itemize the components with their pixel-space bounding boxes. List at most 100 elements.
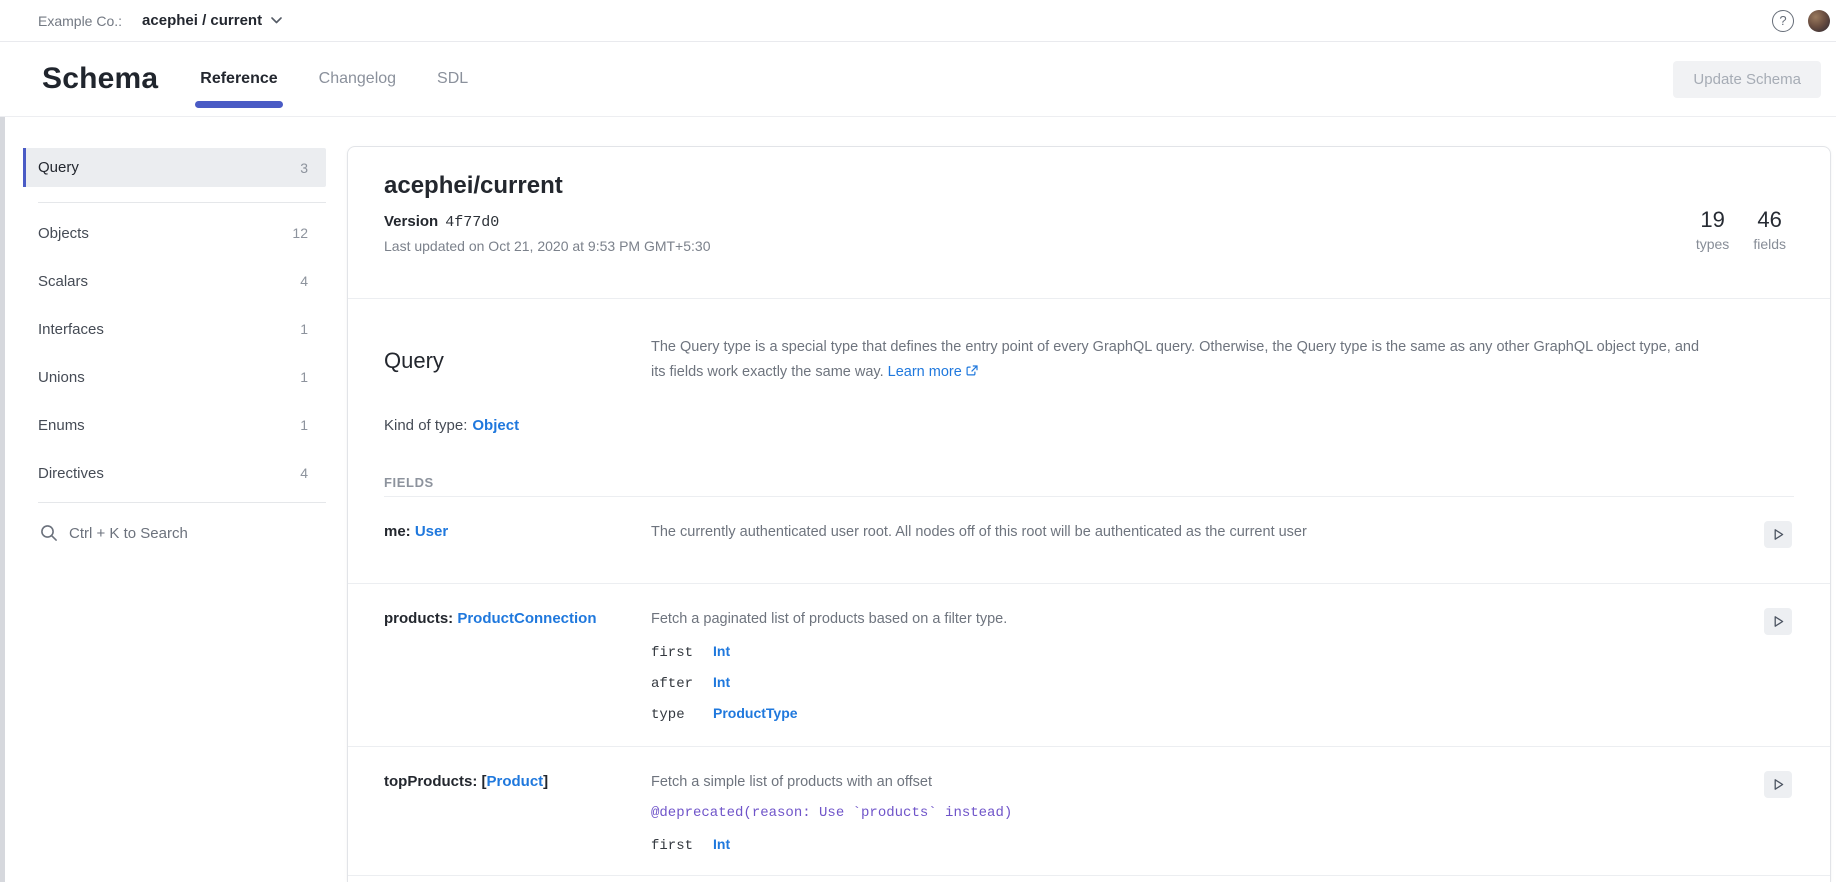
update-schema-button[interactable]: Update Schema [1673,61,1821,98]
argument-row: first Int [651,836,1740,854]
help-icon[interactable]: ? [1772,10,1794,32]
field-name-text: topProducts: [ [384,773,487,790]
field-description: The currently authenticated user root. A… [651,523,1740,541]
kind-value-link[interactable]: Object [472,417,519,434]
kind-label: Kind of type: [384,417,467,434]
argument-type-link[interactable]: Int [713,836,730,852]
sidebar-item-label: Objects [38,225,89,242]
schema-stats: 19 types 46 fields [1696,207,1786,252]
field-type-link[interactable]: User [415,523,448,540]
stat-types: 19 types [1696,207,1729,252]
type-name-heading: Query [384,335,651,386]
query-type-section: Query The Query type is a special type t… [348,299,1830,490]
page-header: Schema Reference Changelog SDL Update Sc… [0,42,1836,117]
run-in-explorer-button[interactable] [1764,771,1792,798]
argument-name: type [651,707,713,723]
run-in-explorer-button[interactable] [1764,521,1792,548]
schema-reference-page: Example Co.: acephei / current ? Schema … [0,0,1836,882]
field-name-suffix: ] [543,773,548,790]
tab-sdl-label: SDL [437,70,468,88]
field-name-text: me: [384,523,415,540]
argument-type-link[interactable]: Int [713,674,730,690]
sidebar-item-label: Unions [38,369,85,386]
top-bar: Example Co.: acephei / current ? [0,0,1836,42]
chevron-down-icon [271,17,282,24]
field-name: products: ProductConnection [384,610,651,746]
stat-types-label: types [1696,236,1729,252]
learn-more-link[interactable]: Learn more [888,364,962,380]
argument-name: first [651,838,713,854]
version-label: Version [384,213,438,230]
sidebar-item-unions[interactable]: Unions 1 [23,353,326,401]
field-type-link[interactable]: ProductConnection [457,610,596,627]
graph-summary-header: acephei/current Version 4f77d0 Last updat… [348,147,1830,299]
stat-types-value: 19 [1700,207,1724,233]
sidebar-item-objects[interactable]: Objects 12 [23,209,326,257]
argument-row: type ProductType [651,705,1740,723]
field-name-text: products: [384,610,457,627]
search-icon [40,524,58,542]
sidebar-item-interfaces[interactable]: Interfaces 1 [23,305,326,353]
field-body: The currently authenticated user root. A… [651,523,1740,583]
graph-selector-dropdown[interactable]: acephei / current [142,12,282,29]
tab-changelog[interactable]: Changelog [319,42,396,116]
argument-type-link[interactable]: ProductType [713,705,798,721]
search-hint-label: Ctrl + K to Search [69,525,188,542]
field-type-link[interactable]: Product [487,773,544,790]
type-description-text: The Query type is a special type that de… [651,339,1699,380]
tab-reference[interactable]: Reference [200,42,277,116]
argument-name: after [651,676,713,692]
top-bar-right: ? [1772,10,1830,32]
field-arguments: first Int [651,836,1740,854]
sidebar-item-scalars[interactable]: Scalars 4 [23,257,326,305]
sidebar-item-enums[interactable]: Enums 1 [23,401,326,449]
field-row-products: products: ProductConnection Fetch a pagi… [348,584,1830,747]
field-description: Fetch a simple list of products with an … [651,773,1740,791]
field-name: topProducts: [Product] [384,773,651,875]
argument-name: first [651,645,713,661]
kind-of-type-line: Kind of type: Object [384,417,1794,434]
sidebar-divider [38,202,326,203]
sidebar-item-count: 4 [300,273,308,289]
tab-reference-label: Reference [200,70,277,88]
tab-sdl[interactable]: SDL [437,42,468,116]
graph-selector-label: acephei / current [142,12,262,29]
search-trigger[interactable]: Ctrl + K to Search [23,503,326,542]
sidebar-item-label: Scalars [38,273,88,290]
sidebar-item-count: 12 [292,225,308,241]
argument-row: first Int [651,643,1740,661]
org-label: Example Co.: [38,13,122,29]
version-value: 4f77d0 [445,214,499,231]
sidebar-item-query[interactable]: Query 3 [23,148,326,187]
user-avatar[interactable] [1808,10,1830,32]
stat-fields-value: 46 [1757,207,1781,233]
sidebar-item-label: Enums [38,417,85,434]
schema-tabs: Reference Changelog SDL [200,42,509,116]
field-body: Fetch a paginated list of products based… [651,610,1740,746]
field-arguments: first Int after Int type ProductType [651,643,1740,723]
sidebar-item-directives[interactable]: Directives 4 [23,449,326,497]
argument-type-link[interactable]: Int [713,643,730,659]
page-title: Schema [42,62,158,96]
play-icon [1772,615,1785,628]
sidebar-item-count: 1 [300,321,308,337]
collapsed-nav-rail [0,42,5,882]
external-link-icon [966,365,978,381]
sidebar-item-label: Interfaces [38,321,104,338]
sidebar-item-label: Directives [38,465,104,482]
sidebar-item-count: 1 [300,369,308,385]
sidebar-item-count: 3 [300,160,308,176]
field-body: Fetch a simple list of products with an … [651,773,1740,875]
sidebar-item-label: Query [38,159,79,176]
sidebar-item-count: 1 [300,417,308,433]
tab-changelog-label: Changelog [319,70,396,88]
stat-fields: 46 fields [1753,207,1786,252]
last-updated: Last updated on Oct 21, 2020 at 9:53 PM … [384,238,1786,254]
type-nav-sidebar: Query 3 Objects 12 Scalars 4 Interfaces … [23,148,326,542]
type-description: The Query type is a special type that de… [651,335,1794,386]
type-section-head: Query The Query type is a special type t… [384,335,1794,386]
stat-fields-label: fields [1753,236,1786,252]
run-in-explorer-button[interactable] [1764,608,1792,635]
graph-title: acephei/current [384,172,1786,200]
deprecated-directive: @deprecated(reason: Use `products` inste… [651,805,1740,821]
